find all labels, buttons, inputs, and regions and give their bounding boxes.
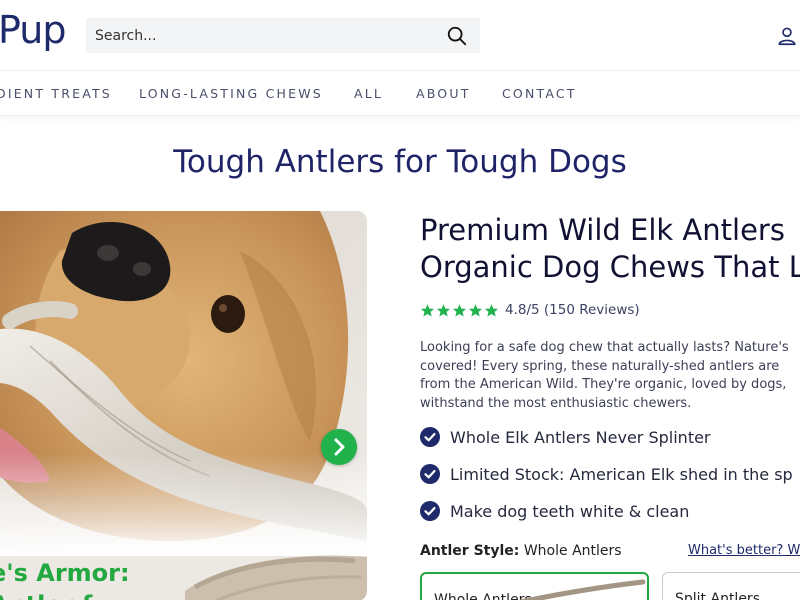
search-input[interactable] [86,27,426,44]
check-circle-icon [420,427,440,447]
feature-bullet: Make dog teeth white & clean [420,501,689,521]
antler-style-value: Whole Antlers [523,543,622,559]
description-line: from the American Wild. They're organic,… [420,377,787,392]
antler-thumbnail-image [185,555,367,600]
dog-chewing-antler-image [0,211,367,556]
whole-antler-thumbnail [519,579,646,600]
site-header: Pup [0,0,800,70]
star-icon [452,303,467,316]
search-icon[interactable] [446,25,468,47]
description-line: withstand the most enthusiastic chewers. [420,395,692,411]
search-bar [86,18,480,53]
star-icon [436,303,451,316]
gallery-caption-line2: Antler f [0,591,92,600]
main-nav: DIENT TREATS LONG-LASTING CHEWS ALL ABOU… [0,70,800,116]
rating-text: 4.8/5 (150 Reviews) [505,302,640,318]
product-title-line2: Organic Dog Chews That L [420,250,800,284]
brand-logo[interactable]: Pup [0,8,66,52]
star-icon [484,303,499,316]
whats-better-link[interactable]: What's better? W [688,543,800,558]
product-gallery: e's Armor: Antler f [0,211,367,600]
account-icon[interactable] [776,25,798,47]
description-line: covered! Every spring, these naturally-s… [420,358,780,374]
feature-bullet: Limited Stock: American Elk shed in the … [420,464,793,484]
feature-text: Limited Stock: American Elk shed in the … [450,464,793,484]
star-icon [468,303,483,316]
product-title-line1: Premium Wild Elk Antlers [420,213,785,247]
product-rating[interactable]: 4.8/5 (150 Reviews) [420,302,640,318]
product-title: Premium Wild Elk Antlers Organic Dog Che… [420,212,800,286]
star-rating [420,303,499,318]
gallery-caption-line1: e's Armor: [0,559,130,587]
antler-style-row: Antler Style: Whole Antlers [420,543,622,559]
page-title: Tough Antlers for Tough Dogs [173,144,627,180]
check-circle-icon [420,501,440,521]
star-icon [420,303,435,316]
next-image-button[interactable] [321,429,357,465]
product-description: Looking for a safe dog chew that actuall… [420,339,800,413]
style-option-split-antlers[interactable]: Split Antlers [662,572,800,600]
description-line: Looking for a safe dog chew that actuall… [420,340,789,355]
option-label: Split Antlers [675,591,760,600]
feature-text: Make dog teeth white & clean [450,501,690,521]
check-circle-icon [420,464,440,484]
nav-item-all[interactable]: ALL [354,86,383,101]
nav-item-long-lasting-chews[interactable]: LONG-LASTING CHEWS [139,86,323,101]
style-option-whole-antlers[interactable]: Whole Antlers [420,572,649,600]
feature-text: Whole Elk Antlers Never Splinter [450,427,711,447]
nav-item-about[interactable]: ABOUT [416,86,471,101]
nav-item-contact[interactable]: CONTACT [502,86,577,101]
antler-style-label: Antler Style: [420,543,520,559]
feature-bullet: Whole Elk Antlers Never Splinter [420,427,711,447]
nav-item-ingredient-treats[interactable]: DIENT TREATS [0,86,112,101]
